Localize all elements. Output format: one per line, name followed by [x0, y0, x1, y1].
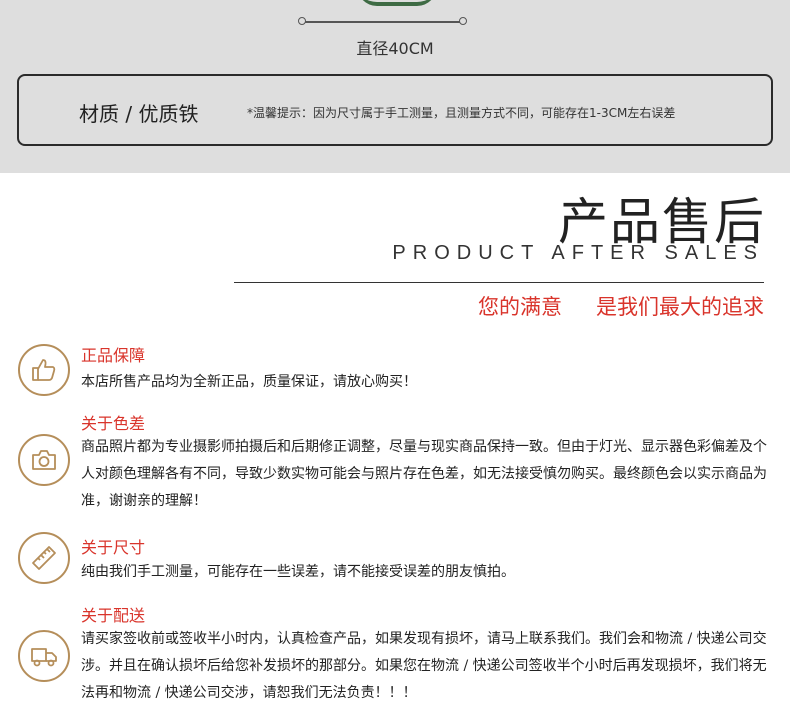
policy-title: 关于尺寸	[81, 538, 146, 557]
policy-text: 纯由我们手工测量，可能存在一些误差，请不能接受误差的朋友慎拍。	[81, 564, 515, 580]
policy-text: 请买家签收前或签收半小时内，认真检查产品，如果发现有损坏，请马上联系我们。我们会…	[81, 631, 767, 701]
slogan: 您的满意 是我们最大的追求	[478, 291, 764, 321]
policy-title: 正品保障	[81, 346, 146, 365]
material-label: 材质 / 优质铁	[79, 102, 199, 126]
dimension-left-end	[298, 17, 306, 25]
material-box: 材质 / 优质铁 *温馨提示：因为尺寸属于手工测量，且测量方式不同，可能存在1-…	[17, 74, 773, 146]
policy-title: 关于色差	[81, 414, 146, 433]
dimension-right-end	[459, 17, 467, 25]
slogan-part-1: 您的满意	[478, 295, 562, 319]
product-spec-section: 直径40CM 材质 / 优质铁 *温馨提示：因为尺寸属于手工测量，且测量方式不同…	[0, 0, 790, 173]
truck-icon	[18, 630, 70, 682]
thumbs-up-icon	[18, 344, 70, 396]
camera-icon	[18, 434, 70, 486]
ruler-icon	[18, 532, 70, 584]
dimension-line	[302, 21, 464, 23]
after-sales-subtitle: PRODUCT AFTER SALES	[392, 242, 764, 264]
diameter-label: 直径40CM	[356, 39, 434, 58]
measurement-note: *温馨提示：因为尺寸属于手工测量，且测量方式不同，可能存在1-3CM左右误差	[247, 106, 676, 120]
product-edge-image	[357, 0, 437, 6]
slogan-part-2: 是我们最大的追求	[596, 295, 764, 319]
policy-text: 商品照片都为专业摄影师拍摄后和后期修正调整，尽量与现实商品保持一致。但由于灯光、…	[81, 439, 767, 509]
policy-text: 本店所售产品均为全新正品，质量保证，请放心购买！	[81, 374, 417, 390]
divider	[234, 282, 764, 283]
policy-title: 关于配送	[81, 606, 146, 625]
